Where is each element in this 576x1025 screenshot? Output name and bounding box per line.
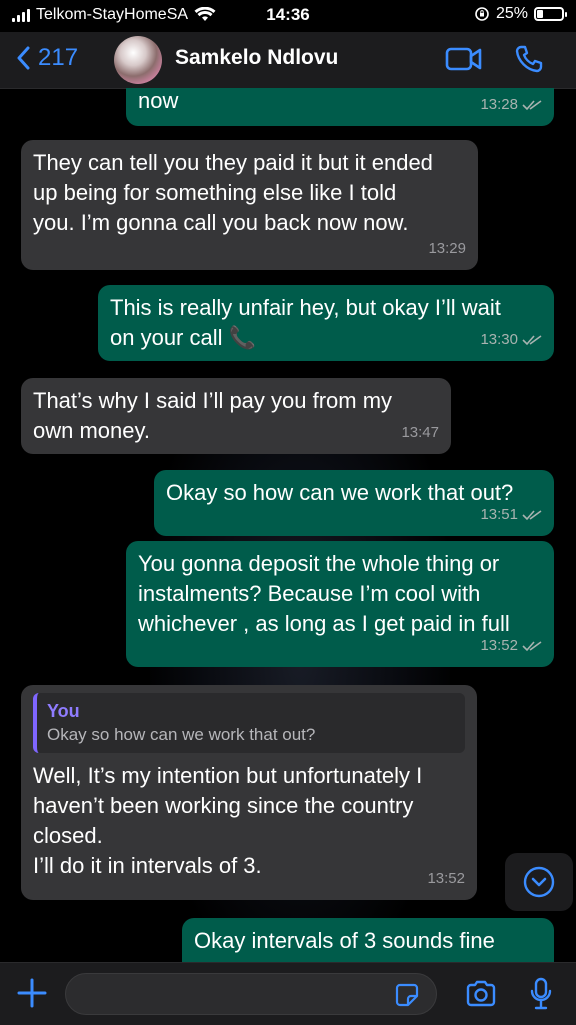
message-incoming-reply[interactable]: You Okay so how can we work that out? We… — [21, 685, 477, 900]
message-text: Well, It’s my intention but unfortunatel… — [33, 763, 423, 878]
message-text: This is really unfair hey, but okay I’ll… — [110, 295, 501, 350]
back-chevron-icon — [17, 46, 30, 70]
message-time: 13:29 — [428, 240, 466, 257]
message-text: They can tell you they paid it but it en… — [33, 150, 433, 235]
message-time: 13:51 — [480, 506, 518, 523]
message-text: Okay intervals of 3 sounds fine — [194, 928, 495, 953]
battery-icon — [534, 7, 567, 21]
chat-header: 217 Samkelo Ndlovu — [0, 32, 576, 89]
status-bar: Telkom-StayHomeSA 14:36 25% — [0, 0, 576, 32]
message-time: 13:52 — [427, 870, 465, 887]
sticker-icon[interactable] — [395, 983, 419, 1007]
read-ticks-icon — [522, 335, 542, 346]
message-meta: 13:28 — [480, 90, 542, 120]
message-meta: 13:47 — [401, 418, 439, 448]
message-outgoing[interactable]: This is really unfair hey, but okay I’ll… — [98, 285, 554, 361]
back-button[interactable]: 217 — [16, 44, 78, 72]
message-meta: 13:51 — [480, 500, 542, 530]
quote-text: Okay so how can we work that out? — [47, 725, 316, 744]
phone-call-icon[interactable] — [514, 44, 544, 74]
message-meta: 13:52 — [480, 631, 542, 661]
read-ticks-icon — [522, 641, 542, 652]
message-incoming[interactable]: That’s why I said I’ll pay you from my o… — [21, 378, 451, 454]
back-count: 217 — [38, 44, 79, 71]
message-time: 13:28 — [480, 96, 518, 113]
orientation-lock-icon — [475, 7, 489, 21]
mic-icon[interactable] — [530, 977, 552, 1011]
message-outgoing[interactable]: Okay so how can we work that out? 13:51 — [154, 470, 554, 536]
read-ticks-icon — [522, 100, 542, 111]
message-meta: 13:30 — [480, 325, 542, 355]
message-time: 13:47 — [401, 424, 439, 441]
read-ticks-icon — [522, 510, 542, 521]
battery-fill — [537, 10, 543, 18]
quoted-message[interactable]: You Okay so how can we work that out? — [33, 693, 465, 753]
plus-icon[interactable] — [16, 977, 48, 1009]
message-input[interactable] — [65, 973, 437, 1015]
avatar[interactable] — [114, 36, 162, 84]
message-text: That’s why I said I’ll pay you from my o… — [33, 388, 393, 443]
message-meta: 13:29 — [428, 234, 466, 264]
status-right: 25% — [474, 5, 567, 23]
scroll-down-icon — [523, 866, 555, 898]
message-time: 13:52 — [480, 637, 518, 654]
battery-percent: 25% — [495, 5, 528, 22]
message-outgoing[interactable]: You gonna deposit the whole thing or ins… — [126, 541, 554, 667]
message-text: You gonna deposit the whole thing or ins… — [138, 551, 510, 636]
scroll-down-button[interactable] — [505, 853, 573, 911]
camera-icon[interactable] — [465, 980, 497, 1008]
composer-bar — [0, 962, 576, 1025]
video-call-icon[interactable] — [445, 44, 483, 74]
message-outgoing[interactable]: now 13:28 — [126, 88, 554, 126]
message-meta: 13:52 — [427, 864, 465, 894]
message-time: 13:30 — [480, 331, 518, 348]
contact-name[interactable]: Samkelo Ndlovu — [175, 46, 338, 70]
quote-author: You — [47, 701, 80, 721]
message-incoming[interactable]: They can tell you they paid it but it en… — [21, 140, 478, 270]
